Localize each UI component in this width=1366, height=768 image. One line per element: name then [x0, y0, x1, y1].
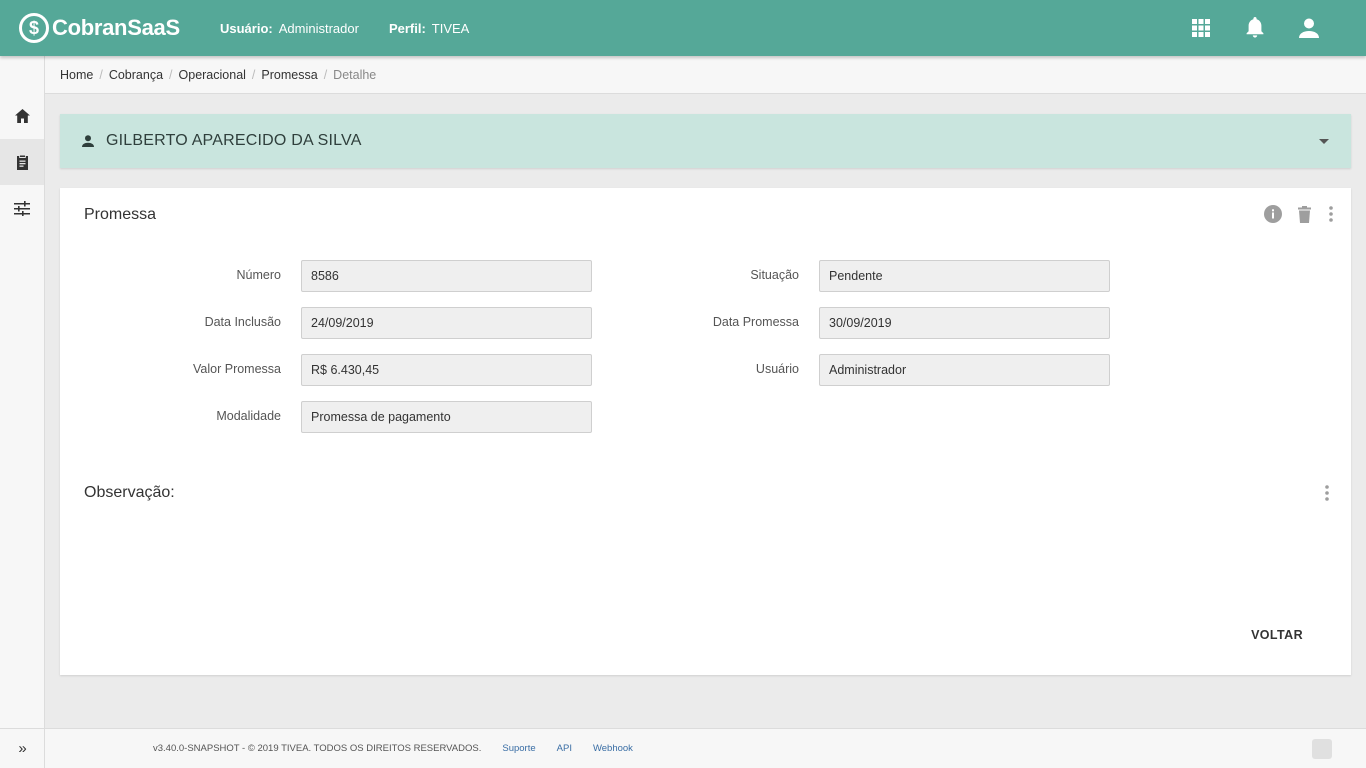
data-inclusao-label: Data Inclusão [204, 315, 281, 329]
breadcrumb: Home / Cobrança / Operacional / Promessa… [45, 56, 1366, 94]
tivea-logo-icon [1312, 739, 1332, 759]
top-bar: $ CobranSaaS Usuário: Administrador Perfi… [0, 0, 1366, 56]
trash-icon [1298, 205, 1311, 223]
footer-link-suporte[interactable]: Suporte [502, 743, 535, 754]
usuario-label: Usuário [755, 362, 799, 376]
customer-name: GILBERTO APARECIDO DA SILVA [106, 132, 362, 149]
observacao-title: Observação: [84, 484, 175, 501]
user-value: Administrador [278, 20, 359, 36]
situacao-label: Situação [750, 268, 799, 282]
notifications-button[interactable] [1228, 0, 1282, 56]
sliders-icon [14, 200, 30, 216]
user-label: Usuário: [220, 20, 273, 36]
breadcrumb-detalhe: Detalhe [333, 67, 377, 82]
valor-promessa-label: Valor Promessa [193, 362, 281, 376]
footer: v3.40.0-SNAPSHOT - © 2019 TIVEA. TODOS O… [45, 728, 1366, 768]
profile-value: TIVEA [431, 20, 470, 36]
sidebar-expand-button[interactable]: » [0, 728, 45, 768]
dollar-coin-icon: $ [19, 13, 49, 43]
more-options-button[interactable] [1329, 206, 1333, 222]
info-button[interactable] [1264, 205, 1282, 223]
numero-label: Número [236, 268, 281, 282]
breadcrumb-operacional[interactable]: Operacional [179, 68, 246, 82]
modalidade-field[interactable]: Promessa de pagamento [301, 401, 592, 433]
voltar-button[interactable]: VOLTAR [1251, 628, 1303, 642]
app-logo[interactable]: $ CobranSaaS [19, 13, 209, 43]
situacao-field[interactable]: Pendente [819, 260, 1110, 292]
footer-link-api[interactable]: API [557, 743, 572, 754]
breadcrumb-separator: / [99, 67, 103, 82]
customer-header[interactable]: GILBERTO APARECIDO DA SILVA [60, 114, 1351, 168]
sidebar-item-cobranca[interactable] [0, 139, 44, 185]
promessa-card: Promessa Número 8586 Data Inclusão 24/09… [60, 188, 1351, 675]
person-icon [1299, 18, 1319, 38]
caret-down-icon[interactable] [1319, 138, 1329, 144]
apps-grid-icon [1192, 19, 1210, 37]
person-icon [82, 135, 94, 147]
clipboard-icon [16, 155, 28, 170]
account-button[interactable] [1282, 0, 1336, 56]
version-text: v3.40.0-SNAPSHOT - © 2019 TIVEA. TODOS O… [153, 743, 482, 754]
sidebar-item-settings[interactable] [0, 185, 44, 231]
breadcrumb-promessa[interactable]: Promessa [261, 68, 317, 82]
apps-button[interactable] [1174, 0, 1228, 56]
breadcrumb-cobranca[interactable]: Cobrança [109, 68, 163, 82]
breadcrumb-home[interactable]: Home [60, 68, 93, 82]
sidebar-item-home[interactable] [0, 93, 44, 139]
data-inclusao-field[interactable]: 24/09/2019 [301, 307, 592, 339]
data-promessa-label: Data Promessa [712, 315, 799, 329]
breadcrumb-separator: / [169, 67, 173, 82]
profile-label: Perfil: [388, 20, 426, 36]
valor-promessa-field[interactable]: R$ 6.430,45 [301, 354, 592, 386]
sidebar: » [0, 56, 45, 768]
modalidade-label: Modalidade [216, 409, 281, 423]
observacao-more-button[interactable] [1325, 485, 1329, 506]
double-chevron-right-icon: » [18, 740, 27, 757]
usuario-field[interactable]: Administrador [819, 354, 1110, 386]
more-vert-icon [1325, 485, 1329, 501]
logo-text: CobranSaaS [52, 15, 180, 40]
info-icon [1264, 205, 1282, 223]
data-promessa-field[interactable]: 30/09/2019 [819, 307, 1110, 339]
breadcrumb-separator: / [251, 67, 256, 82]
more-vert-icon [1329, 206, 1333, 222]
bell-icon [1246, 17, 1264, 38]
breadcrumb-separator: / [323, 67, 328, 82]
delete-button[interactable] [1298, 205, 1311, 223]
home-icon [14, 109, 30, 123]
footer-link-webhook[interactable]: Webhook [593, 743, 633, 754]
session-info: Usuário: Administrador Perfil: TIVEA [220, 21, 499, 36]
card-title: Promessa [84, 206, 157, 223]
numero-field[interactable]: 8586 [301, 260, 592, 292]
